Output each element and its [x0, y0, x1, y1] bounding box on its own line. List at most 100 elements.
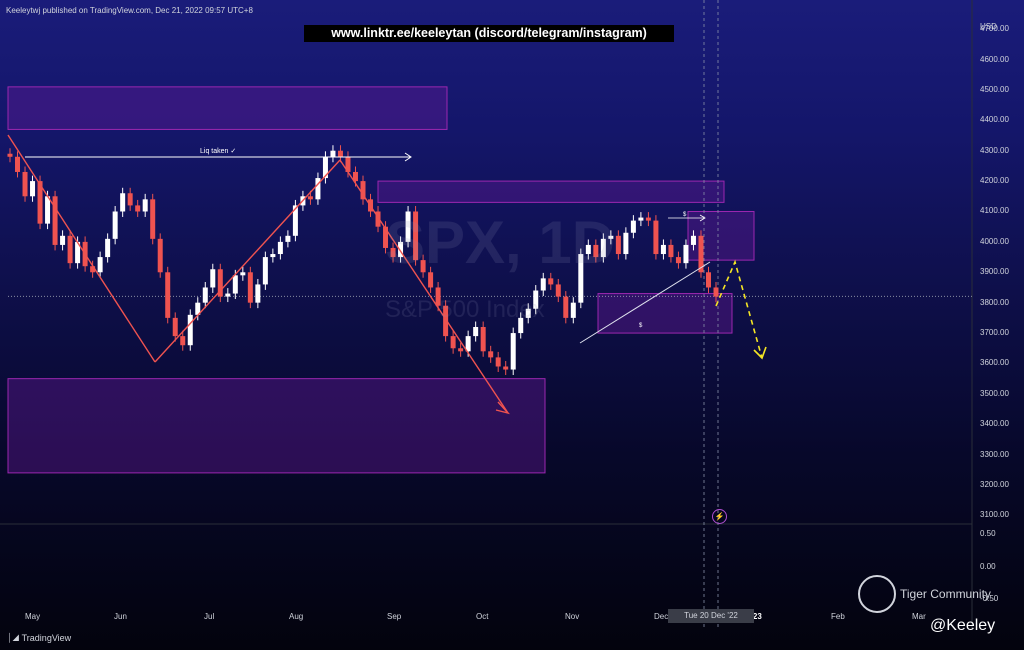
candle-body	[277, 241, 283, 255]
candle-body	[548, 278, 554, 285]
candle-body	[675, 257, 681, 264]
candle-body	[112, 211, 118, 239]
liquidity-label: $	[683, 212, 687, 218]
price-tick-label: 3800.00	[980, 297, 1009, 307]
candle-body	[30, 181, 36, 197]
candle-body	[337, 150, 343, 157]
candle-body	[623, 232, 629, 255]
candle-body	[330, 150, 336, 157]
price-tick-label: 4100.00	[980, 206, 1009, 216]
candle-body	[480, 326, 486, 352]
price-tick-label: 3400.00	[980, 419, 1009, 429]
supply-demand-zone	[597, 293, 733, 334]
tradingview-logo[interactable]: ⏐◢ TradingView	[7, 633, 71, 644]
supply-demand-zone	[377, 180, 725, 203]
price-tick-label: 3300.00	[980, 449, 1009, 459]
candle-body	[15, 156, 21, 172]
time-tick-label: Feb	[831, 612, 845, 621]
candle-body	[450, 336, 456, 349]
candle-body	[247, 272, 253, 303]
supply-demand-zone	[687, 210, 755, 261]
time-tick-label: Aug	[289, 612, 304, 621]
liq-taken-label: Liq taken ✓	[200, 148, 237, 155]
candle-body	[135, 205, 141, 212]
crosshair-date-label: Tue 20 Dec '22	[668, 609, 754, 623]
price-tick-label: 4300.00	[980, 145, 1009, 155]
candle-body	[645, 217, 651, 221]
supply-demand-zone	[7, 86, 448, 130]
author-handle: @Keeley	[930, 617, 996, 634]
price-tick-label: 4600.00	[980, 54, 1009, 64]
candle-body	[105, 238, 111, 258]
time-tick-label: Dec	[654, 612, 669, 621]
candle-body	[255, 284, 261, 303]
supply-demand-zone	[7, 378, 546, 474]
trend-line	[7, 134, 156, 363]
candle-body	[165, 272, 171, 318]
candle-body	[45, 196, 51, 224]
candle-body	[285, 235, 291, 242]
candle-body	[97, 257, 103, 273]
price-tick-label: 3200.00	[980, 480, 1009, 490]
candle-body	[60, 235, 66, 245]
candle-body	[240, 272, 246, 276]
time-tick-label: Nov	[565, 612, 580, 621]
publish-info: Keeleytwj published on TradingView.com, …	[6, 6, 253, 15]
candle-body	[7, 153, 13, 157]
candle-body	[563, 296, 569, 318]
candle-body	[683, 244, 689, 264]
time-tick-label: May	[25, 612, 41, 621]
candle-body	[570, 302, 576, 318]
price-tick-label: 3900.00	[980, 267, 1009, 277]
time-tick-label: Jul	[204, 612, 215, 621]
price-tick-label: 4000.00	[980, 236, 1009, 246]
chart-window: $ $ Keeleytwj published on TradingView.co…	[0, 0, 1024, 650]
time-tick-label: Oct	[476, 612, 489, 621]
candle-body	[630, 220, 636, 233]
symbol-watermark: SPX, 1D	[385, 209, 616, 276]
price-tick-label: 4700.00	[980, 24, 1009, 34]
oscillator-tick-label: 0.00	[980, 562, 996, 571]
candle-body	[510, 333, 516, 370]
price-chart[interactable]: $$	[0, 0, 1024, 650]
price-tick-label: 4500.00	[980, 84, 1009, 94]
candle-body	[157, 238, 163, 273]
candle-body	[150, 199, 156, 239]
price-tick-label: 4200.00	[980, 176, 1009, 186]
candle-body	[187, 314, 193, 346]
candle-body	[232, 275, 238, 294]
tiger-logo-icon	[858, 575, 896, 613]
price-tick-label: 4400.00	[980, 115, 1009, 125]
price-tick-label: 3700.00	[980, 328, 1009, 338]
time-tick-label: Jun	[114, 612, 127, 621]
candle-body	[225, 293, 231, 297]
price-tick-label: 3600.00	[980, 358, 1009, 368]
candle-body	[690, 235, 696, 245]
candle-body	[202, 287, 208, 303]
name-watermark: S&P 500 Index	[385, 296, 545, 323]
price-tick-label: 3500.00	[980, 388, 1009, 398]
candle-body	[262, 257, 268, 285]
candle-body	[172, 317, 178, 337]
candle-body	[713, 287, 719, 297]
lightning-icon[interactable]: ⚡	[712, 509, 727, 524]
candle-body	[270, 254, 276, 258]
oscillator-tick-label: 0.50	[980, 529, 996, 538]
tv-logo-icon: ⏐◢	[7, 633, 22, 643]
candle-body	[705, 272, 711, 288]
time-tick-label: Sep	[387, 612, 402, 621]
candle-body	[307, 196, 313, 200]
candle-body	[67, 235, 73, 264]
price-tick-label: 3100.00	[980, 510, 1009, 520]
candle-body	[668, 244, 674, 258]
candle-body	[180, 336, 186, 346]
candle-body	[660, 244, 666, 255]
candle-body	[488, 351, 494, 358]
tiger-community-label: Tiger Community	[900, 587, 991, 601]
candle-body	[22, 171, 28, 197]
candle-body	[503, 366, 509, 370]
trend-line	[154, 159, 341, 363]
candle-body	[473, 326, 479, 337]
time-tick-label: Mar	[912, 612, 926, 621]
candle-body	[638, 217, 644, 221]
